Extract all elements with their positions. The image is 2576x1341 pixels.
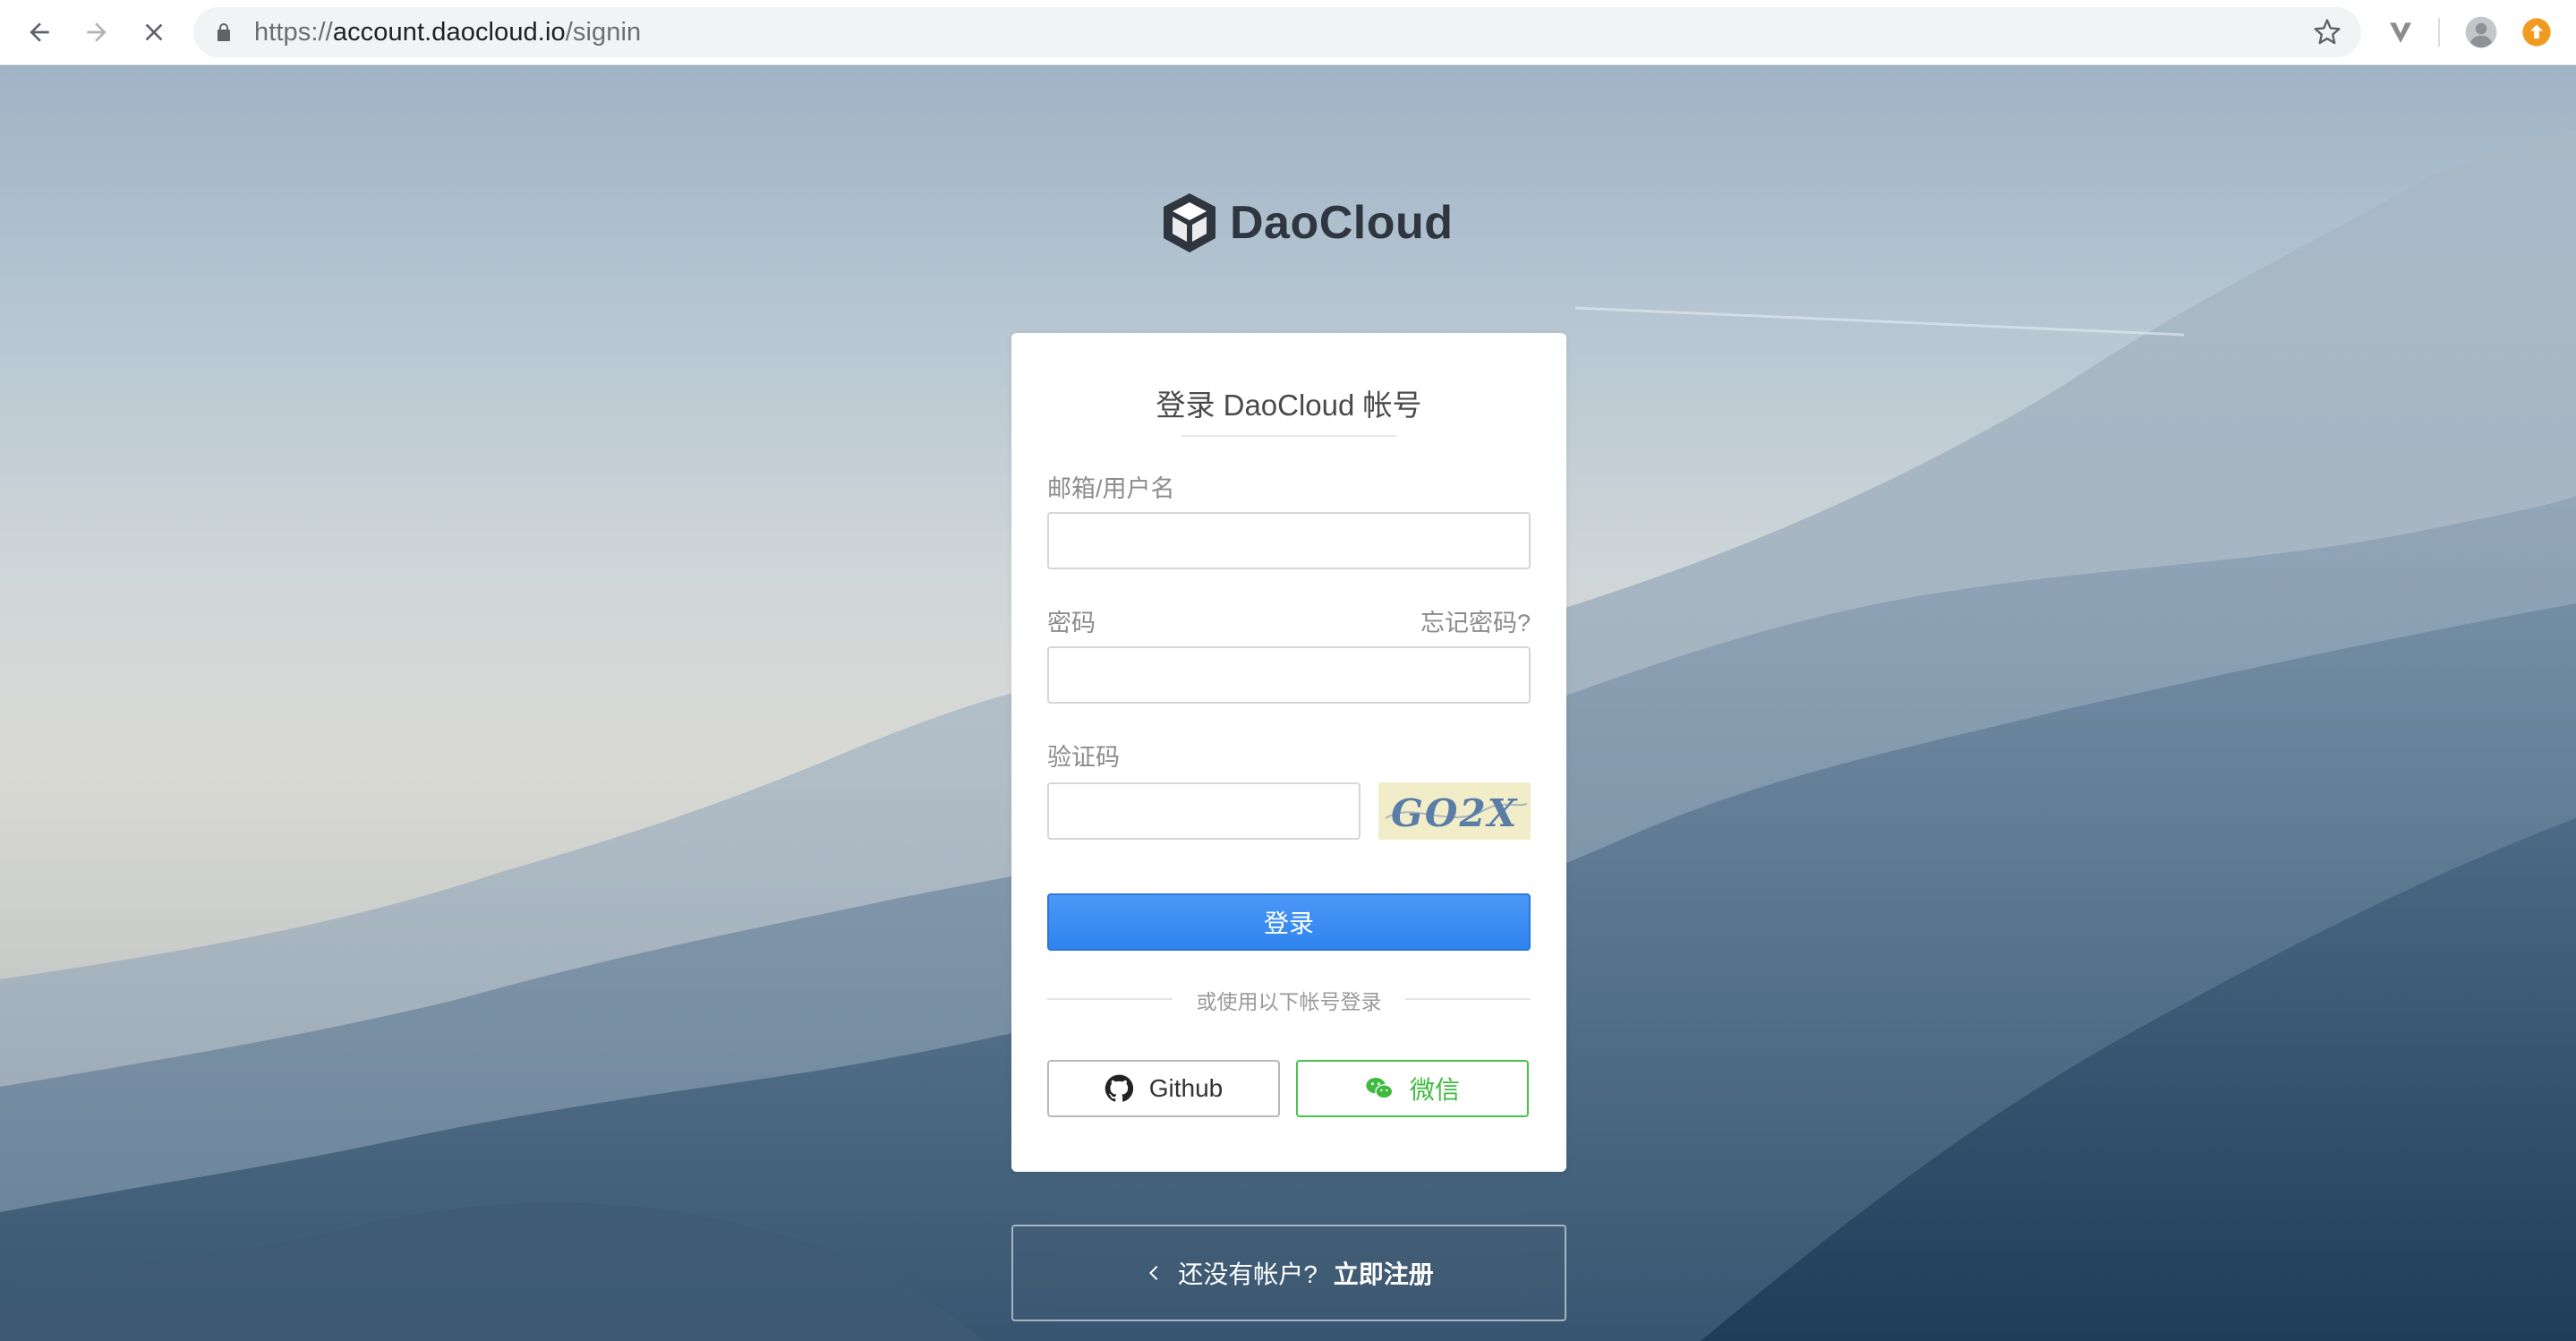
login-title: 登录 DaoCloud 帐号 xyxy=(1156,389,1422,422)
captcha-input[interactable] xyxy=(1047,782,1361,840)
wechat-login-button[interactable]: 微信 xyxy=(1296,1060,1529,1117)
forward-button[interactable] xyxy=(77,13,116,52)
address-bar[interactable]: https://account.daocloud.io/signin xyxy=(193,7,2361,57)
github-icon xyxy=(1105,1074,1133,1102)
password-input[interactable] xyxy=(1047,646,1531,704)
update-available-icon[interactable] xyxy=(2517,13,2556,52)
stop-loading-button[interactable] xyxy=(134,13,174,52)
arrow-right-icon xyxy=(87,22,107,42)
extension-v-icon[interactable] xyxy=(2381,13,2420,52)
toolbar-divider xyxy=(2438,18,2440,47)
register-link-bar[interactable]: 还没有帐户? 立即注册 xyxy=(1011,1225,1566,1321)
url-host: account.daocloud.io xyxy=(332,18,566,47)
register-prompt: 还没有帐户? xyxy=(1178,1260,1318,1288)
lock-icon xyxy=(218,23,230,41)
url-text: https://account.daocloud.io/signin xyxy=(254,18,641,47)
chevron-left-icon xyxy=(1149,1266,1158,1280)
url-path: /signin xyxy=(565,18,642,47)
daocloud-logo[interactable]: DaoCloud xyxy=(1160,192,1454,254)
alt-login-divider: 或使用以下帐号登录 xyxy=(1047,985,1531,1013)
captcha-text: GO2X xyxy=(1391,791,1519,835)
title-divider xyxy=(1181,435,1396,437)
wechat-icon xyxy=(1366,1078,1394,1099)
github-label: Github xyxy=(1148,1074,1224,1102)
logo-text: DaoCloud xyxy=(1230,197,1454,249)
back-button[interactable] xyxy=(20,13,59,52)
wechat-label: 微信 xyxy=(1409,1076,1460,1104)
profile-avatar-icon[interactable] xyxy=(2461,13,2501,52)
or-line-right xyxy=(1405,998,1531,1000)
captcha-image[interactable]: GO2X xyxy=(1378,782,1531,840)
close-icon xyxy=(145,23,163,41)
login-card: 登录 DaoCloud 帐号 邮箱/用户名 密码 忘记密码? 验证码 GO2X … xyxy=(1011,333,1566,1172)
github-login-button[interactable]: Github xyxy=(1047,1060,1280,1117)
password-label: 密码 xyxy=(1047,610,1096,636)
email-label: 邮箱/用户名 xyxy=(1047,475,1175,502)
url-scheme: https:// xyxy=(254,18,333,47)
forgot-password-link[interactable]: 忘记密码? xyxy=(1420,603,1531,638)
register-now-link[interactable]: 立即注册 xyxy=(1334,1255,1434,1291)
browser-toolbar: https://account.daocloud.io/signin xyxy=(0,0,2576,65)
login-button[interactable]: 登录 xyxy=(1047,893,1531,951)
daocloud-cube-icon xyxy=(1164,193,1215,252)
arrow-left-icon xyxy=(30,22,49,42)
bookmark-star-icon[interactable] xyxy=(2313,18,2341,47)
captcha-label: 验证码 xyxy=(1047,744,1120,771)
email-input[interactable] xyxy=(1047,512,1531,569)
or-text: 或使用以下帐号登录 xyxy=(1196,990,1382,1013)
